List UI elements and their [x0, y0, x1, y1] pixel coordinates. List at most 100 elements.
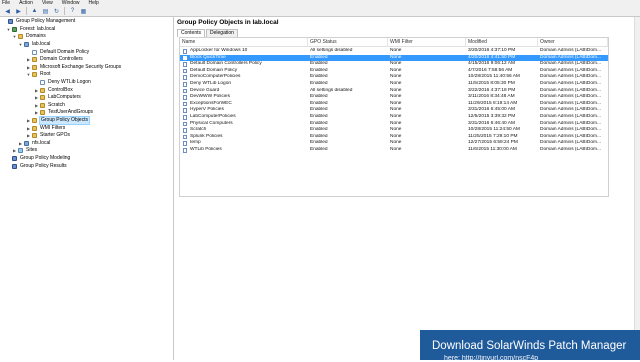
toolbar-separator: [26, 7, 27, 15]
tab-contents[interactable]: Contents: [177, 29, 206, 37]
ou-icon: [32, 57, 37, 63]
tree-node-group-policy-management[interactable]: Group Policy Management: [2, 18, 76, 26]
table-row[interactable]: DevWWW Policies Enabled None 3/11/2016 8:34…: [180, 94, 608, 101]
tree-node-deny-wtlib-logon[interactable]: Deny WTLib Logon: [34, 79, 92, 87]
table-row[interactable]: HyperV Policies Enabled None 3/31/2016 6:45…: [180, 107, 608, 114]
cell-wmi-filter: None: [390, 87, 402, 93]
expand-arrow-icon[interactable]: ▶: [34, 95, 39, 100]
cell-name: ExceptionsForWEC: [190, 100, 232, 106]
collapse-arrow-icon[interactable]: ▼: [26, 72, 31, 77]
forest-icon: [12, 26, 17, 32]
column-header-gpo-status[interactable]: GPO Status: [308, 38, 388, 47]
column-header-name[interactable]: Name: [180, 38, 308, 47]
cell-wmi-filter: None: [390, 114, 402, 119]
collapse-arrow-icon[interactable]: ▼: [6, 27, 11, 32]
tree-node-group-policy-results[interactable]: Group Policy Results: [6, 162, 68, 170]
back-icon[interactable]: ◀: [3, 7, 12, 15]
tab-delegation[interactable]: Delegation: [206, 29, 238, 37]
column-header-modified[interactable]: Modified: [466, 38, 538, 47]
tree-node-nfs-local[interactable]: ▶ nfs.local: [18, 140, 51, 148]
tree-node-domains[interactable]: ▼ Domains: [12, 33, 47, 41]
expand-arrow-icon[interactable]: ▶: [18, 141, 23, 146]
cell-owner: Domain Admins (LAB\Dom...: [540, 48, 602, 53]
table-row[interactable]: ExceptionsForWEC Enabled None 11/29/2015 8:…: [180, 101, 608, 108]
tab-strip: Contents Delegation: [177, 29, 239, 37]
expand-arrow-icon[interactable]: ▶: [34, 110, 39, 115]
tree-node-label: Default Domain Policy: [40, 48, 90, 55]
cell-name: WTLib Policies: [190, 147, 222, 152]
gpo-icon: [183, 88, 187, 94]
cell-wmi-filter: None: [390, 94, 402, 100]
tree-node-lab-local[interactable]: ▼ lab.local: [18, 41, 51, 49]
tree-node-labcomputers[interactable]: ▶ LabComputers: [34, 94, 82, 102]
properties-icon[interactable]: ▦: [79, 7, 88, 15]
collapse-arrow-icon[interactable]: ▼: [12, 34, 17, 39]
help-icon[interactable]: ?: [68, 7, 77, 15]
table-row[interactable]: Block QuickTime Enabled None 4/20/2016 4:41…: [180, 54, 608, 62]
expand-arrow-icon[interactable]: ▶: [26, 133, 31, 138]
expand-arrow-icon[interactable]: ▶: [34, 103, 39, 108]
expand-arrow-icon[interactable]: ▶: [26, 65, 31, 70]
refresh-icon[interactable]: ↻: [52, 7, 61, 15]
cell-modified: 3/31/2016 6:45:00 AM: [468, 107, 515, 113]
cell-gpo-status: Enabled: [310, 120, 328, 126]
expand-arrow-icon[interactable]: ▶: [26, 57, 31, 62]
cell-wmi-filter: None: [390, 147, 402, 152]
tree-node-starter-gpos[interactable]: ▶ Starter GPOs: [26, 132, 71, 140]
tree-node-label: nfs.local: [32, 139, 51, 146]
forward-icon[interactable]: ▶: [14, 7, 23, 15]
tree-node-forest-lab-local[interactable]: ▼ Forest: lab.local: [6, 26, 56, 34]
tree-node-group-policy-objects[interactable]: ▶ Group Policy Objects: [26, 116, 90, 126]
table-row[interactable]: Scratch Enabled None 10/28/2015 11:24:50 AM…: [180, 127, 608, 134]
banner-url[interactable]: here: http://tinyurl.com/nscF4p: [444, 355, 538, 362]
tree-node-group-policy-modeling[interactable]: Group Policy Modeling: [6, 155, 71, 163]
table-row[interactable]: Device Guard All settings disabled None 3/2…: [180, 88, 608, 95]
site-icon: [18, 148, 23, 154]
gpo-icon: [183, 55, 187, 61]
collapse-arrow-icon[interactable]: ▼: [18, 42, 23, 47]
gpm-icon: [12, 156, 17, 162]
table-row[interactable]: temp Enabled None 12/27/2015 6:59:24 PM Doma…: [180, 140, 608, 147]
cell-name: Scratch: [190, 127, 207, 133]
table-row[interactable]: Default Domain Policy Enabled None 4/7/2016…: [180, 68, 608, 75]
tree-node-domain-controllers[interactable]: ▶ Domain Controllers: [26, 56, 84, 64]
tree-node-label: lab.local: [32, 41, 51, 48]
column-header-wmi-filter[interactable]: WMI Filter: [388, 38, 466, 47]
up-icon[interactable]: ▲: [30, 7, 39, 15]
table-row[interactable]: LabComputerPolicies Enabled None 12/5/2015 …: [180, 114, 608, 121]
table-row[interactable]: Deny WTLib Logon Enabled None 11/5/2015 8:0…: [180, 81, 608, 88]
gpo-icon: [32, 49, 37, 55]
gpo-icon: [183, 49, 187, 54]
tree-node-root[interactable]: ▼ Root: [26, 71, 52, 79]
table-row[interactable]: Splunk Policies Enabled None 11/25/2015 7:2…: [180, 134, 608, 141]
expand-arrow-icon[interactable]: ▶: [26, 118, 31, 123]
cell-modified: 11/5/2015 8:05:30 PM: [468, 81, 515, 86]
cell-owner: Domain Admins (LAB\Dom...: [540, 114, 602, 119]
tree-node-scratch[interactable]: ▶ Scratch: [34, 102, 66, 110]
table-row[interactable]: AppLocker for Windows 10 All settings dis…: [180, 48, 608, 55]
expand-arrow-icon[interactable]: ▶: [26, 126, 31, 131]
cell-wmi-filter: None: [390, 107, 402, 113]
cell-gpo-status: All settings disabled: [310, 87, 353, 93]
table-row[interactable]: Default Domain Controllers Policy Enabled…: [180, 61, 608, 68]
gpmc-window: File Action View Window Help ◀ ▶ ▲ ▤ ↻ ? ▦ G…: [0, 0, 640, 362]
tree-node-controlbox[interactable]: ▶ ControlBox: [34, 86, 74, 94]
expand-arrow-icon[interactable]: ▶: [12, 148, 17, 153]
promo-banner[interactable]: Download SolarWinds Patch Manager here: …: [420, 330, 640, 362]
expand-arrow-icon[interactable]: ▶: [34, 88, 39, 93]
tree-node-sites[interactable]: ▶ Sites: [12, 147, 38, 155]
cell-name: DemoComputerPolicies: [190, 74, 241, 80]
tree-node-label: Group Policy Modeling: [20, 155, 71, 162]
vertical-scrollbar[interactable]: [634, 17, 640, 360]
gpo-icon: [183, 115, 187, 120]
column-header-owner[interactable]: Owner: [538, 38, 608, 47]
show-hide-tree-icon[interactable]: ▤: [41, 7, 50, 15]
table-row[interactable]: WTLib Policies Enabled None 11/6/2015 11:30…: [180, 147, 608, 154]
table-row[interactable]: Physical Computers Enabled None 3/31/2016 6…: [180, 121, 608, 128]
table-row[interactable]: DemoComputerPolicies Enabled None 10/28/201…: [180, 74, 608, 81]
cell-wmi-filter: None: [390, 61, 402, 67]
cell-owner: Domain Admins (LAB\Dom...: [540, 61, 602, 67]
tree-node-default-domain-policy[interactable]: Default Domain Policy: [26, 48, 90, 56]
tree-node-microsoft-exchange-security-groups[interactable]: ▶ Microsoft Exchange Security Groups: [26, 64, 122, 72]
tree-node-wmi-filters[interactable]: ▶ WMI Filters: [26, 124, 66, 132]
